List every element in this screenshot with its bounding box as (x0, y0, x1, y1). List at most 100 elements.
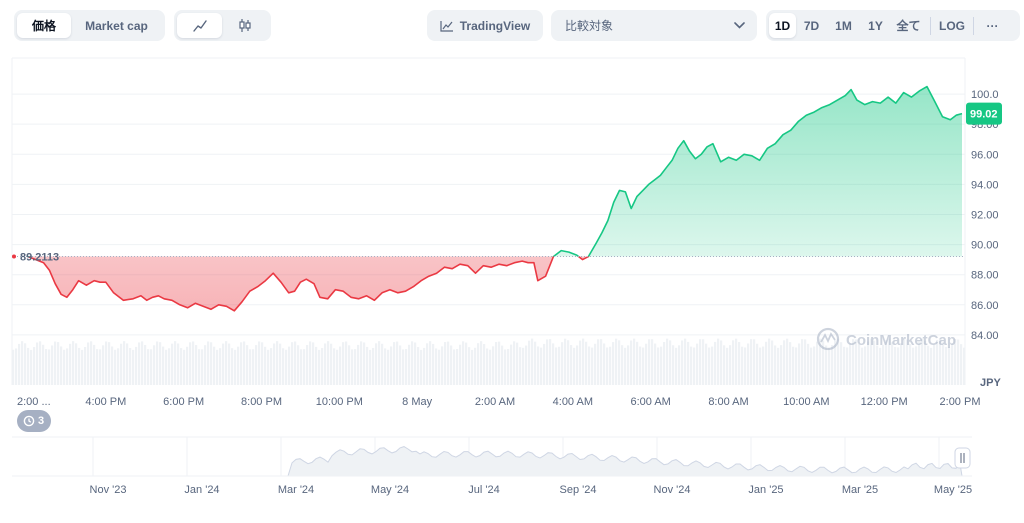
volume-bar (333, 348, 336, 385)
volume-bar (66, 348, 69, 385)
volume-bar (168, 348, 171, 385)
volume-bar (339, 346, 342, 385)
range-1y-button[interactable]: 1Y (860, 13, 891, 38)
volume-bar (519, 347, 522, 385)
volume-bar (447, 341, 450, 385)
volume-bar (135, 346, 138, 385)
volume-bar (345, 341, 348, 385)
range-7d-button[interactable]: 7D (796, 13, 827, 38)
volume-bar (912, 347, 915, 385)
volume-bar (690, 346, 693, 385)
history-count: 3 (38, 415, 45, 427)
volume-bar (270, 348, 273, 385)
volume-bar (72, 341, 75, 385)
tab-price[interactable]: 価格 (17, 13, 71, 38)
volume-bar (42, 344, 45, 385)
volume-bar (675, 347, 678, 385)
volume-bar (195, 345, 198, 385)
volume-bar (396, 341, 399, 385)
volume-bar (39, 341, 42, 385)
x-tick-label: 8:00 AM (708, 396, 748, 408)
y-tick-label: 92.00 (971, 209, 999, 221)
volume-bar (483, 343, 486, 385)
volume-bar (486, 348, 489, 385)
candlestick-chart-button[interactable] (222, 13, 268, 38)
volume-bar (189, 342, 192, 385)
volume-bar (30, 349, 33, 385)
volume-bar (165, 349, 168, 385)
y-axis-ticks: 100.098.0096.0094.0092.0090.0088.0086.00… (971, 89, 999, 342)
navigator-tick-label: Nov '24 (654, 484, 691, 496)
volume-bar (342, 342, 345, 385)
volume-bar (618, 340, 621, 385)
volume-bar (309, 341, 312, 385)
range-1d-button[interactable]: 1D (769, 13, 796, 38)
volume-bar (768, 338, 771, 385)
volume-bar (282, 348, 285, 385)
volume-bar (411, 341, 414, 385)
volume-bar (516, 342, 519, 385)
tradingview-button[interactable]: TradingView (427, 10, 543, 41)
navigator-handle[interactable] (954, 447, 971, 469)
volume-bar (948, 347, 951, 385)
volume-bar (567, 340, 570, 385)
volume-bar (636, 341, 639, 385)
volume-bar (192, 341, 195, 385)
volume-bar (798, 343, 801, 385)
volume-bar (324, 343, 327, 385)
volume-bar (474, 347, 477, 385)
volume-bar (750, 339, 753, 385)
volume-bar (735, 338, 738, 385)
navigator-x-ticks: Nov '23 Jan '24 Mar '24 May '24 Jul '24 Sep '… (90, 484, 973, 496)
volume-bar (213, 346, 216, 385)
volume-bar (57, 342, 60, 385)
volume-bar (543, 343, 546, 385)
volume-bar (114, 349, 117, 385)
x-tick-label: 4:00 AM (553, 396, 593, 408)
volume-bar (642, 347, 645, 385)
volume-bar (384, 348, 387, 385)
more-options-button[interactable]: ··· (978, 13, 1007, 38)
volume-bars (12, 338, 966, 385)
range-1m-button[interactable]: 1M (827, 13, 860, 38)
volume-bar (117, 348, 120, 385)
volume-bar (291, 342, 294, 385)
x-tick-label: 2:00 ... (17, 396, 51, 408)
x-tick-label: 2:00 AM (475, 396, 515, 408)
volume-bar (237, 346, 240, 385)
volume-bar (564, 338, 567, 385)
volume-bar (435, 348, 438, 385)
volume-bar (231, 348, 234, 385)
volume-bar (555, 347, 558, 385)
volume-bar (579, 340, 582, 385)
history-badge[interactable]: 3 (17, 410, 52, 432)
volume-bar (945, 346, 948, 385)
volume-bar (369, 349, 372, 385)
volume-bar (417, 347, 420, 385)
volume-bar (96, 349, 99, 385)
navigator-tick-label: Mar '24 (278, 484, 314, 496)
volume-bar (204, 345, 207, 385)
tab-market-cap[interactable]: Market cap (71, 13, 162, 38)
volume-bar (609, 346, 612, 385)
compare-dropdown[interactable]: 比較対象 (551, 10, 757, 41)
compare-label: 比較対象 (565, 19, 614, 33)
log-scale-button[interactable]: LOG (935, 13, 969, 38)
volume-bar (597, 339, 600, 385)
volume-bar (279, 343, 282, 385)
volume-bar (804, 339, 807, 385)
volume-bar (762, 346, 765, 385)
volume-bar (471, 349, 474, 385)
volume-bar (321, 348, 324, 385)
line-chart-button[interactable] (177, 13, 222, 38)
volume-bar (351, 349, 354, 385)
volume-bar (915, 346, 918, 385)
range-all-button[interactable]: 全て (891, 13, 926, 38)
range-navigator[interactable]: Nov '23 Jan '24 Mar '24 May '24 Jul '24 Sep '… (12, 436, 973, 496)
volume-bar (381, 343, 384, 385)
volume-bar (123, 341, 126, 385)
volume-bar (648, 339, 651, 385)
volume-bar (795, 347, 798, 385)
volume-bar (285, 349, 288, 385)
volume-bar (666, 338, 669, 385)
